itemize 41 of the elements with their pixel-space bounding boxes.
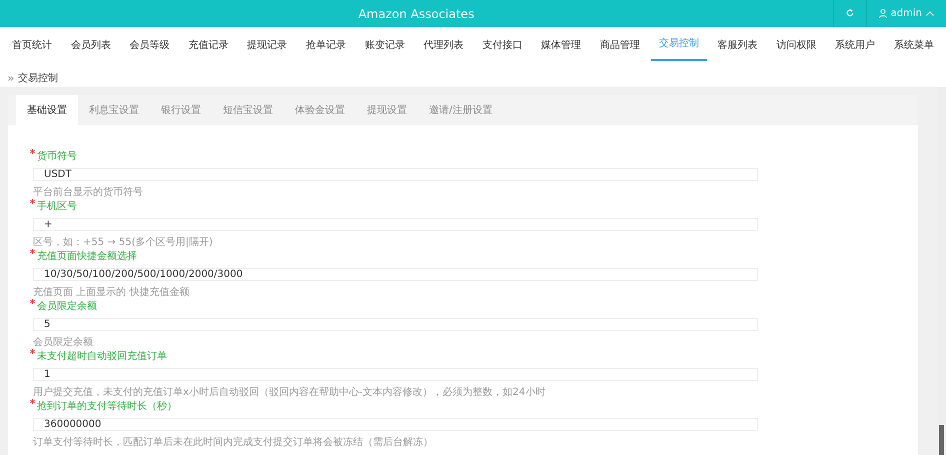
nav-tab[interactable]: 媒体管理 [533,30,590,61]
caret-icon [926,11,934,16]
nav-tab[interactable]: 提现记录 [239,30,296,61]
field-label: 会员限定余额 [37,300,97,314]
nav-tab[interactable]: 客服列表 [710,30,766,61]
settings-tab[interactable]: 基础设置 [16,95,78,125]
field-label: 未支付超时自动驳回充值订单 [37,350,167,364]
field-label: 货币符号 [37,150,77,164]
nav-tab[interactable]: 会员列表 [62,30,119,61]
scrollbar[interactable] [938,87,946,455]
nav-tab[interactable]: 代理列表 [416,30,472,61]
nav-tab[interactable]: 首页统计 [4,30,60,61]
nav-tab[interactable]: 系统用户 [827,30,884,61]
app-title: Amazon Associates [357,6,476,22]
field-hint: 用户提交充值，未支付的充值订单x小时后自动驳回（驳回内容在帮助中心-文本内容修改），必须为整数，如24小时 [33,386,546,400]
field-hint: 平台前台显示的货币符号 [33,186,144,200]
input-field[interactable]: USDT [33,168,758,181]
field-hint: 订单支付等待时长，匹配订单后未在此时间内完成支付提交订单将会被冻结（需后台解冻） [33,436,434,450]
nav-tab[interactable]: 系统菜单 [886,30,942,61]
field-hint: 区号，如：+55 → 55(多个区号用|隔开) [33,236,214,250]
input-field[interactable]: 1 [33,368,758,381]
nav-tab[interactable]: 抢单记录 [298,30,354,61]
nav-tab[interactable]: 商品管理 [592,30,648,61]
field-hint: 会员限定余额 [33,336,94,350]
input-field[interactable]: 360000000 [33,418,758,431]
double-chevron-icon [8,76,14,80]
field-label: 手机区号 [37,200,77,214]
refresh-icon [846,9,854,18]
field-label: 充值页面快捷金额选择 [37,250,137,264]
nav-tab[interactable]: 会员等级 [122,30,178,61]
input-field[interactable]: 10/30/50/100/200/500/1000/2000/3000 [33,268,758,281]
input-field[interactable]: 5 [33,318,758,331]
nav-tab[interactable]: 访问权限 [768,30,824,61]
field-hint: 充值页面 上面显示的 快捷充值金额 [33,286,190,300]
breadcrumb: 交易控制 [18,72,58,86]
nav-tab[interactable]: 充值记录 [180,30,236,61]
field-label: 抢到订单的支付等待时长（秒） [37,400,177,414]
user-icon [878,9,887,18]
nav-tab[interactable]: 账变记录 [356,30,413,61]
nav-tab[interactable]: 支付接口 [474,30,530,61]
input-field[interactable]: + [33,218,758,231]
